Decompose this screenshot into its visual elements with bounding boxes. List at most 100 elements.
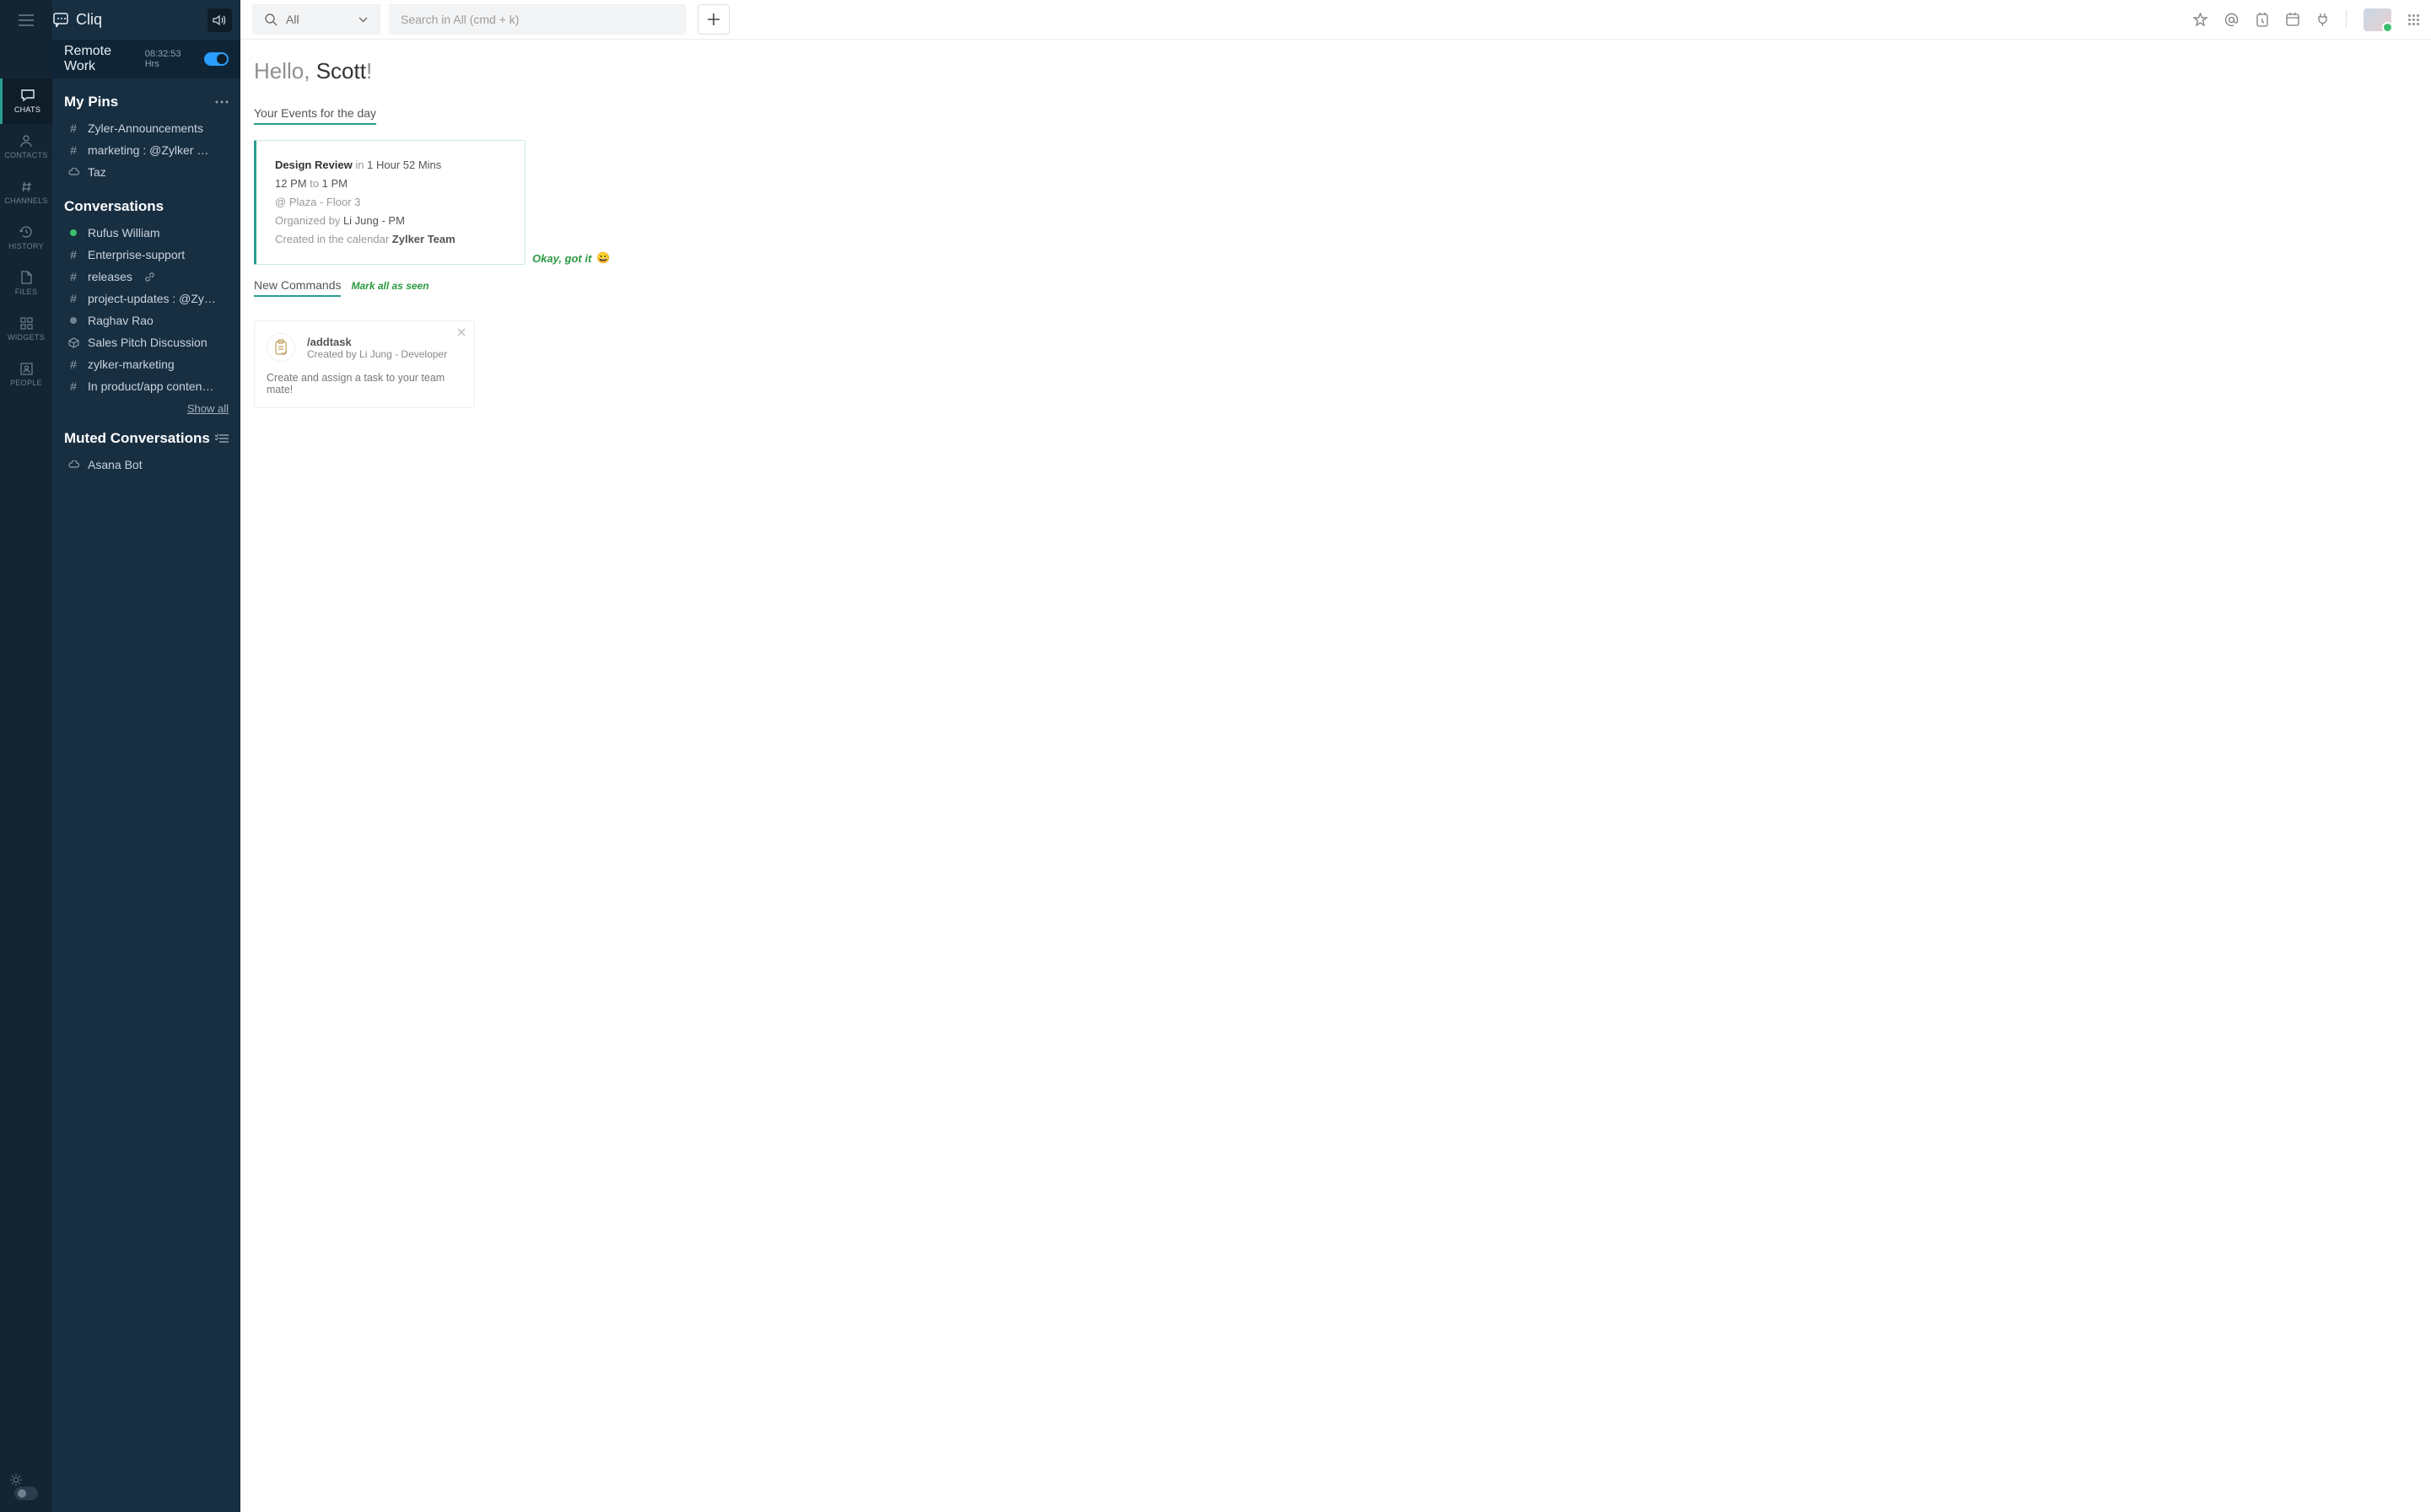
event-location: Plaza - Floor 3 bbox=[289, 196, 361, 208]
event-in-label: in bbox=[355, 159, 364, 171]
event-end: 1 PM bbox=[322, 177, 348, 190]
sidebar-item-dm[interactable]: Rufus William bbox=[52, 222, 240, 244]
user-avatar[interactable] bbox=[2364, 8, 2391, 31]
compose-button[interactable] bbox=[698, 4, 730, 35]
star-icon[interactable] bbox=[2193, 13, 2207, 27]
greeting-name: Scott bbox=[316, 58, 366, 83]
menu-icon[interactable] bbox=[19, 14, 34, 26]
sidebar-item-channel[interactable]: # project-updates : @Zy… bbox=[52, 288, 240, 309]
history-icon bbox=[19, 225, 33, 239]
checklist-icon[interactable] bbox=[215, 433, 229, 444]
presence-online-icon bbox=[67, 229, 79, 236]
rail-header bbox=[0, 0, 52, 40]
sidebar-item-channel[interactable]: # Enterprise-support bbox=[52, 244, 240, 266]
darkmode-toggle[interactable] bbox=[14, 1477, 38, 1512]
search-input[interactable]: Search in All (cmd + k) bbox=[389, 4, 686, 35]
greeting-suffix: ! bbox=[366, 58, 372, 83]
sidebar-item-label: project-updates : @Zy… bbox=[88, 292, 216, 305]
sidebar-item-label: Zyler-Announcements bbox=[88, 121, 203, 135]
search-icon bbox=[265, 13, 278, 26]
section-conversations-header: Conversations bbox=[52, 183, 240, 222]
apps-grid-icon[interactable] bbox=[2408, 14, 2419, 25]
rail-tab-people[interactable]: PEOPLE bbox=[0, 352, 52, 397]
person-icon bbox=[19, 134, 33, 148]
sidebar-item-channel[interactable]: # zylker-marketing bbox=[52, 353, 240, 375]
remote-work-timer: 08:32:53 Hrs bbox=[145, 49, 197, 69]
event-calendar-label: Created in the calendar bbox=[275, 233, 389, 245]
mark-all-seen-link[interactable]: Mark all as seen bbox=[351, 280, 429, 292]
greeting-prefix: Hello, bbox=[254, 58, 316, 83]
widgets-icon bbox=[20, 317, 33, 330]
sidebar-item-label: releases bbox=[88, 270, 132, 283]
show-all-link[interactable]: Show all bbox=[52, 397, 240, 415]
commands-heading: New Commands bbox=[254, 278, 341, 297]
calendar-icon[interactable] bbox=[2286, 13, 2299, 26]
sidebar-item-label: Rufus William bbox=[88, 226, 160, 239]
cliq-logo-icon bbox=[52, 12, 71, 29]
sidebar-item-channel[interactable]: # In product/app conten… bbox=[52, 375, 240, 397]
command-author: Li Jung - Developer bbox=[359, 348, 447, 360]
search-placeholder: Search in All (cmd + k) bbox=[401, 13, 519, 26]
reminder-icon[interactable] bbox=[2256, 12, 2269, 27]
sidebar: Cliq Remote Work 08:32:53 Hrs My Pins # … bbox=[52, 0, 240, 1512]
sidebar-item-group[interactable]: Sales Pitch Discussion bbox=[52, 331, 240, 353]
sidebar-item-label: Enterprise-support bbox=[88, 248, 185, 261]
rail-item-label: PEOPLE bbox=[10, 379, 42, 387]
sidebar-item-bot[interactable]: Taz bbox=[52, 161, 240, 183]
hash-icon: # bbox=[67, 379, 79, 393]
topbar-actions bbox=[2193, 8, 2419, 31]
sidebar-item-dm[interactable]: Raghav Rao bbox=[52, 309, 240, 331]
cloud-icon bbox=[67, 460, 79, 469]
rail-tab-history[interactable]: HISTORY bbox=[0, 215, 52, 261]
rail-item-label: CONTACTS bbox=[4, 151, 47, 159]
conversations-list: Rufus William # Enterprise-support # rel… bbox=[52, 222, 240, 397]
audio-announce-button[interactable] bbox=[208, 8, 232, 32]
command-card[interactable]: /addtask Created by Li Jung - Developer … bbox=[254, 320, 475, 408]
remote-work-toggle[interactable] bbox=[204, 52, 229, 66]
brand: Cliq bbox=[52, 11, 102, 29]
hash-icon: # bbox=[67, 292, 79, 305]
more-icon[interactable] bbox=[215, 100, 229, 104]
cloud-icon bbox=[67, 168, 79, 176]
sidebar-item-label: marketing : @Zylker … bbox=[88, 143, 208, 157]
section-title-label: Conversations bbox=[64, 198, 164, 215]
divider bbox=[2346, 10, 2347, 29]
event-start: 12 PM bbox=[275, 177, 307, 190]
hash-icon: # bbox=[67, 358, 79, 371]
search-scope-label: All bbox=[286, 13, 299, 26]
rail-tab-chats[interactable]: CHATS bbox=[0, 78, 52, 124]
sidebar-item-label: Asana Bot bbox=[88, 458, 143, 471]
sidebar-item-channel[interactable]: # releases bbox=[52, 266, 240, 288]
event-at: @ bbox=[275, 196, 286, 208]
rail-tab-contacts[interactable]: CONTACTS bbox=[0, 124, 52, 169]
command-description: Create and assign a task to your team ma… bbox=[267, 372, 462, 395]
event-organized-label: Organized by bbox=[275, 214, 340, 227]
event-ack-button[interactable]: Okay, got it 😀 bbox=[532, 251, 611, 265]
rail-tab-channels[interactable]: CHANNELS bbox=[0, 169, 52, 215]
plus-icon bbox=[708, 13, 720, 25]
smile-icon: 😀 bbox=[596, 251, 610, 265]
muted-list: Asana Bot bbox=[52, 454, 240, 476]
speaker-icon bbox=[213, 14, 227, 26]
command-name: /addtask bbox=[307, 336, 447, 348]
sidebar-item-label: zylker-marketing bbox=[88, 358, 175, 371]
rail-item-label: HISTORY bbox=[8, 242, 44, 250]
close-icon[interactable] bbox=[457, 328, 466, 336]
sidebar-item-channel[interactable]: # Zyler-Announcements bbox=[52, 117, 240, 139]
main-area: All Search in All (cmd + k) bbox=[240, 0, 2431, 1512]
rail-item-label: CHATS bbox=[14, 105, 40, 114]
search-scope-dropdown[interactable]: All bbox=[252, 4, 380, 35]
plug-icon[interactable] bbox=[2316, 13, 2329, 27]
event-card[interactable]: Design Review in 1 Hour 52 Mins 12 PM to… bbox=[254, 140, 526, 265]
sidebar-item-channel[interactable]: # marketing : @Zylker … bbox=[52, 139, 240, 161]
command-by-prefix: Created by bbox=[307, 348, 359, 360]
sidebar-item-bot[interactable]: Asana Bot bbox=[52, 454, 240, 476]
section-muted-header: Muted Conversations bbox=[52, 415, 240, 454]
sidebar-header: Cliq bbox=[52, 0, 240, 40]
event-ack-label: Okay, got it bbox=[532, 252, 591, 265]
mention-icon[interactable] bbox=[2224, 13, 2239, 27]
rail-tab-files[interactable]: FILES bbox=[0, 261, 52, 306]
rail-tab-widgets[interactable]: WIDGETS bbox=[0, 306, 52, 352]
event-organizer: Li Jung - PM bbox=[343, 214, 405, 227]
link-icon bbox=[144, 272, 155, 282]
